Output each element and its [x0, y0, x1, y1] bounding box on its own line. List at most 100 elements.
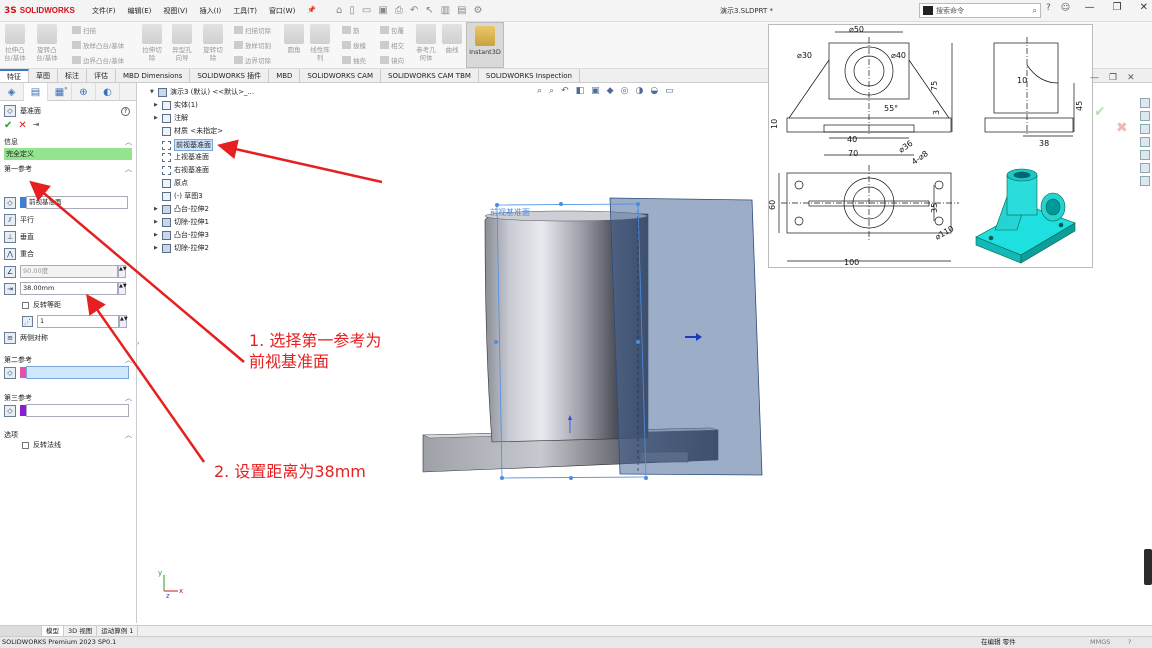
reference-geometry-button[interactable]: 参考几 何体 — [416, 24, 436, 62]
curves-button[interactable]: 曲线 — [442, 24, 462, 54]
undo-icon[interactable]: ↶ — [410, 5, 418, 16]
collapse-chevron-icon[interactable]: ︿ — [125, 137, 132, 147]
scene-icon[interactable]: ◒ — [650, 86, 658, 96]
home-icon[interactable]: ⌂ — [336, 5, 342, 16]
flip-offset-option[interactable]: 反转等距 — [22, 300, 61, 310]
menu-tools[interactable]: 工具(T) — [227, 6, 263, 16]
options-header[interactable]: 选项 ︿ — [0, 429, 136, 440]
first-reference-field[interactable]: 前视基准面 — [26, 196, 128, 209]
angle-input[interactable]: 90.00度 — [20, 265, 118, 278]
tree-root[interactable]: ▼ 演示3 (默认) <<默认>_... — [150, 87, 254, 97]
custom-properties-icon[interactable] — [1139, 163, 1150, 173]
appearances-icon[interactable] — [1139, 150, 1150, 160]
flip-normal-checkbox[interactable] — [22, 441, 29, 449]
panel-expand-handle-icon[interactable]: » — [64, 85, 68, 92]
menu-file[interactable]: 文件(F) — [86, 6, 122, 16]
revolve-boss-button[interactable]: 旋转凸 台/基体 — [36, 24, 58, 62]
save-icon[interactable]: ▣ — [378, 5, 387, 16]
extrude-cut-button[interactable]: 拉伸切除 — [142, 24, 162, 62]
close-button[interactable]: ✕ — [1140, 2, 1148, 13]
revolve-cut-button[interactable]: 旋转切除 — [203, 24, 223, 62]
hide-show-icon[interactable]: ◎ — [621, 86, 629, 96]
lofted-cut-button[interactable]: 放样切割 — [234, 40, 271, 50]
extrude-boss-button[interactable]: 拉伸凸 台/基体 — [4, 24, 26, 62]
ok-check-icon[interactable]: ✔ — [4, 120, 12, 131]
units-selector[interactable]: MMGS — [1090, 637, 1110, 648]
first-reference-header[interactable]: 第一参考 ︿ — [0, 163, 136, 174]
search-icon[interactable]: ⌕ — [1033, 6, 1037, 16]
loft-button[interactable]: 放样凸台/基体 — [72, 40, 124, 50]
flip-normal-option[interactable]: 反转法线 — [22, 440, 61, 450]
boundary-cut-button[interactable]: 边界切除 — [234, 55, 271, 65]
tab-scroll-arrows[interactable] — [0, 626, 42, 636]
coincident-option[interactable]: ⋀ 重合 — [4, 248, 34, 260]
view-palette-icon[interactable] — [1139, 137, 1150, 147]
viewport-restore-icon[interactable]: ❐ — [1109, 73, 1117, 83]
confirm-corner-cancel-icon[interactable]: ✖ — [1116, 120, 1128, 136]
open-icon[interactable]: ▭ — [362, 5, 371, 16]
hole-wizard-button[interactable]: 异型孔 向导 — [172, 24, 192, 62]
tab-evaluate[interactable]: 评估 — [87, 69, 116, 82]
search-input[interactable]: 搜索命令 — [936, 6, 1033, 16]
intersect-button[interactable]: 相交 — [380, 40, 404, 50]
configuration-manager-tab-icon[interactable]: ▦ — [48, 83, 72, 101]
resources-icon[interactable] — [1139, 98, 1150, 108]
parallel-option[interactable]: ⫽ 平行 — [4, 214, 34, 226]
tab-model[interactable]: 模型 — [42, 626, 64, 636]
tab-motion-study-1[interactable]: 运动算例 1 — [97, 626, 139, 636]
minimize-button[interactable]: — — [1085, 2, 1095, 13]
user-icon[interactable]: ☺ — [1061, 3, 1070, 13]
forum-icon[interactable] — [1139, 176, 1150, 186]
expand-arrow-icon[interactable]: ▼ — [150, 89, 158, 95]
angle-icon[interactable]: ∠ — [4, 265, 16, 278]
offset-distance-icon[interactable]: ⇥ — [4, 282, 16, 295]
design-library-icon[interactable] — [1139, 111, 1150, 121]
rebuild-icon[interactable]: ▥ — [441, 5, 450, 16]
second-reference-field[interactable] — [26, 366, 129, 379]
collapse-chevron-icon[interactable]: ︿ — [125, 430, 132, 440]
third-reference-header[interactable]: 第三参考 ︿ — [0, 392, 136, 403]
select-icon[interactable]: ↖ — [425, 5, 433, 16]
swept-cut-button[interactable]: 扫描切除 — [234, 25, 271, 35]
file-explorer-icon[interactable] — [1139, 124, 1150, 134]
tab-3d-views[interactable]: 3D 视图 — [64, 626, 98, 636]
view-settings-icon[interactable]: ▭ — [665, 86, 674, 96]
help-question-icon[interactable]: ? — [121, 106, 130, 116]
collapse-chevron-icon[interactable]: ︿ — [125, 393, 132, 403]
boundary-boss-button[interactable]: 边界凸台/基体 — [72, 55, 124, 65]
new-icon[interactable]: ▯ — [349, 5, 355, 16]
angle-spin-icon[interactable]: ▲▼ — [118, 265, 127, 278]
options-icon[interactable]: ⚙ — [474, 5, 483, 16]
file-props-icon[interactable]: ▤ — [457, 5, 466, 16]
instances-spin-icon[interactable]: ▲▼ — [119, 315, 128, 328]
navigation-mini-toolbar[interactable] — [1144, 549, 1152, 585]
shell-button[interactable]: 抽壳 — [342, 55, 366, 65]
feature-manager-tab-icon[interactable]: ◈ — [0, 83, 24, 101]
tab-solidworks-cam[interactable]: SOLIDWORKS CAM — [300, 69, 381, 82]
wrap-button[interactable]: 包覆 — [380, 25, 404, 35]
tab-solidworks-cam-tbm[interactable]: SOLIDWORKS CAM TBM — [381, 69, 479, 82]
mirror-button[interactable]: 镜向 — [380, 55, 404, 65]
property-manager-tab-icon[interactable]: ▤ — [24, 83, 48, 101]
collapse-chevron-icon[interactable]: ︿ — [125, 355, 132, 365]
keep-visible-pin-icon[interactable]: ⇥ — [33, 120, 40, 131]
draft-button[interactable]: 拔模 — [342, 40, 366, 50]
view-orientation-icon[interactable]: ▣ — [591, 86, 600, 96]
cancel-x-icon[interactable]: ✕ — [18, 120, 26, 131]
sweep-button[interactable]: 扫描 — [72, 25, 96, 35]
viewport-minimize-icon[interactable]: — — [1090, 73, 1099, 83]
instant3d-button[interactable]: Instant3D — [466, 22, 504, 68]
maximize-button[interactable]: ❐ — [1113, 2, 1122, 13]
app-logo[interactable]: 3S SOLIDWORKS — [4, 6, 75, 16]
tab-sketch[interactable]: 草图 — [29, 69, 58, 82]
status-help-icon[interactable]: ? — [1128, 637, 1131, 648]
zoom-to-fit-icon[interactable]: ⌕ — [537, 86, 542, 96]
search-commands-box[interactable]: 搜索命令 ⌕ — [919, 3, 1041, 18]
zoom-area-icon[interactable]: ⌕ — [549, 86, 554, 96]
display-style-icon[interactable]: ◆ — [607, 86, 614, 96]
flip-offset-checkbox[interactable] — [22, 301, 29, 309]
display-manager-tab-icon[interactable]: ◐ — [96, 83, 120, 101]
instances-input[interactable]: 1 — [37, 315, 119, 328]
second-reference-header[interactable]: 第二参考 ︿ — [0, 354, 136, 365]
help-icon[interactable]: ? — [1046, 3, 1051, 13]
